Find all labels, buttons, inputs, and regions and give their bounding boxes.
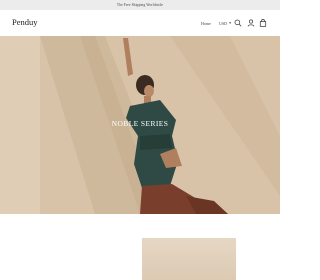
hero-banner[interactable]: NOBLE SERIES bbox=[0, 36, 280, 214]
currency-selector[interactable]: USD ▼ bbox=[219, 21, 232, 26]
site-header: Penduy Home USD ▼ bbox=[0, 10, 280, 36]
promo-image[interactable] bbox=[142, 238, 236, 280]
chevron-down-icon: ▼ bbox=[228, 21, 232, 25]
announcement-text: The Free Shipping Worldwide bbox=[116, 3, 164, 7]
content-section bbox=[0, 214, 280, 280]
nav-link-home[interactable]: Home bbox=[201, 21, 211, 26]
currency-label: USD bbox=[219, 20, 228, 26]
search-icon[interactable] bbox=[234, 19, 242, 27]
site-logo[interactable]: Penduy bbox=[12, 17, 38, 27]
bag-icon[interactable] bbox=[259, 19, 267, 27]
hero-title: NOBLE SERIES bbox=[111, 119, 169, 128]
announcement-bar: The Free Shipping Worldwide bbox=[0, 0, 280, 10]
user-icon[interactable] bbox=[247, 19, 255, 27]
